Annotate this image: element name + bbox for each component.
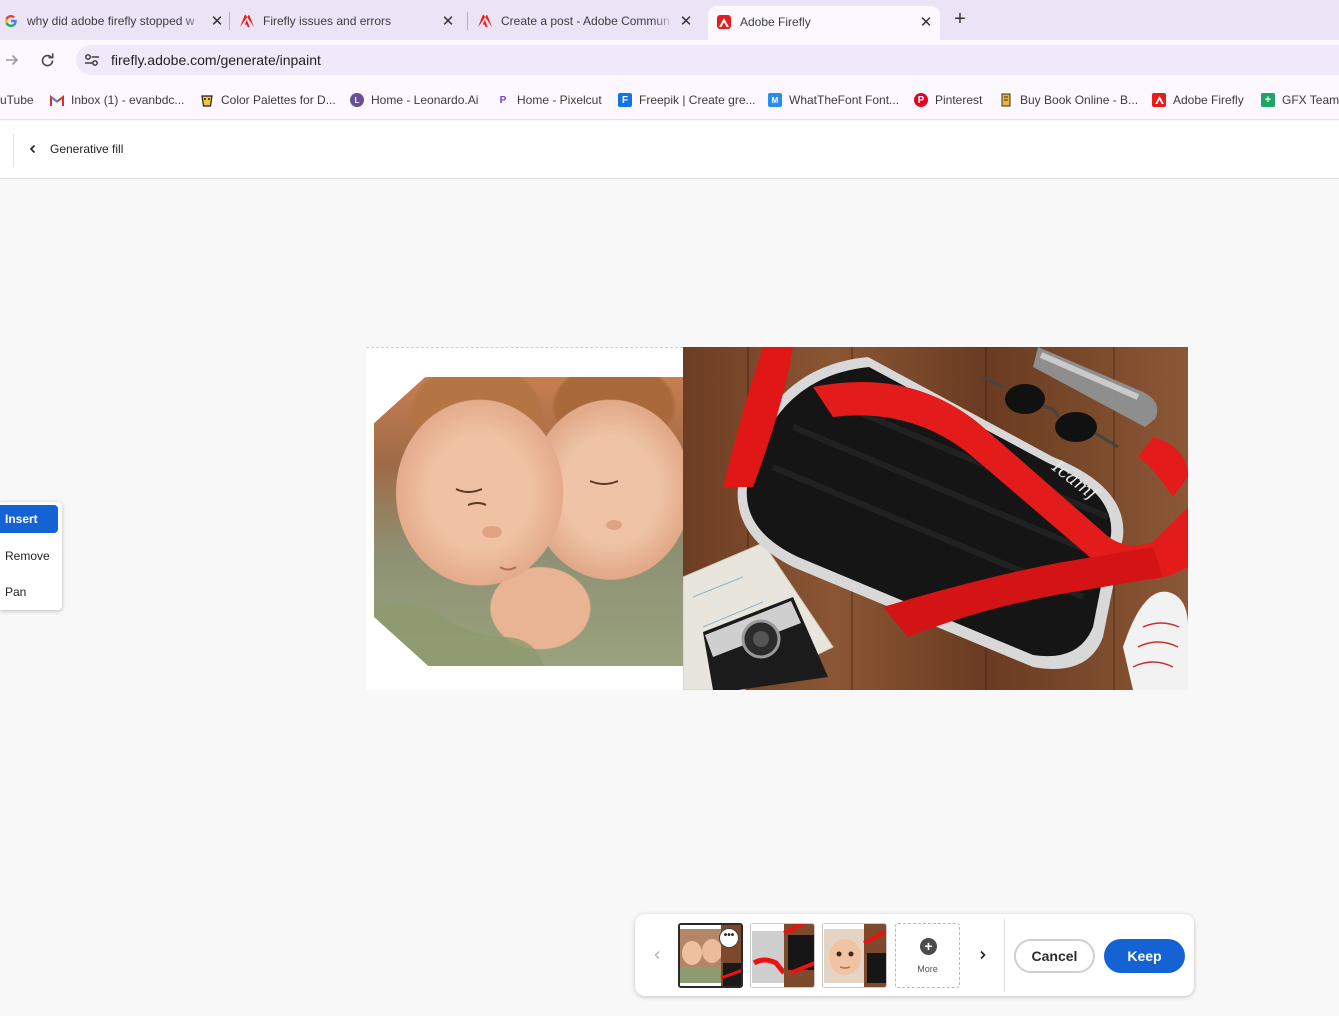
bookmark-buy-book[interactable]: Buy Book Online - B... bbox=[999, 91, 1138, 109]
bookmark-label: Freepik | Create gre... bbox=[639, 93, 756, 107]
tab-adobe-firefly[interactable]: Adobe Firefly ✕ bbox=[708, 6, 940, 40]
adobe-firefly-icon bbox=[1152, 93, 1166, 107]
cancel-button[interactable]: Cancel bbox=[1014, 939, 1095, 973]
variation-thumbnail-3[interactable] bbox=[822, 923, 887, 988]
bookmarks-bar: uTube Inbox (1) - evanbdc... Color Palet… bbox=[0, 80, 1339, 120]
bookmark-adobe-firefly[interactable]: Adobe Firefly bbox=[1152, 91, 1244, 109]
chevron-left-icon bbox=[653, 950, 660, 960]
bookmark-gfx-team[interactable]: + GFX Team bbox=[1261, 91, 1339, 109]
more-label: More bbox=[917, 964, 938, 974]
leonardo-icon: L bbox=[350, 93, 364, 107]
new-tab-button[interactable]: + bbox=[951, 9, 969, 29]
tab-separator bbox=[467, 12, 468, 30]
close-tab-icon[interactable]: ✕ bbox=[678, 13, 694, 30]
generative-fill-area[interactable] bbox=[366, 347, 694, 690]
variations-panel: ••• + More Cancel Keep bbox=[635, 914, 1194, 996]
next-variation-button[interactable] bbox=[974, 946, 990, 964]
tab-google-search[interactable]: why did adobe firefly stopped w ✕ bbox=[0, 6, 225, 36]
bookmark-youtube[interactable]: uTube bbox=[0, 91, 34, 109]
browser-toolbar: firefly.adobe.com/generate/inpaint bbox=[0, 40, 1339, 80]
page-title: Generative fill bbox=[50, 142, 124, 156]
browser-tab-strip: why did adobe firefly stopped w ✕ Firefl… bbox=[0, 0, 1339, 40]
adobe-firefly-icon bbox=[717, 15, 731, 29]
freepik-icon: F bbox=[618, 93, 632, 107]
bookmark-color-palettes[interactable]: Color Palettes for D... bbox=[200, 91, 336, 109]
reload-icon[interactable] bbox=[38, 51, 56, 69]
google-icon bbox=[4, 14, 18, 28]
site-settings-icon[interactable] bbox=[84, 53, 100, 67]
bookmark-label: Inbox (1) - evanbdc... bbox=[71, 93, 185, 107]
tool-pan[interactable]: Pan bbox=[0, 578, 58, 606]
bookmark-label: Color Palettes for D... bbox=[221, 93, 336, 107]
image-canvas[interactable]: Icamf bbox=[366, 347, 1188, 690]
chevron-right-icon bbox=[979, 950, 986, 960]
adobe-icon bbox=[240, 14, 254, 28]
panel-divider bbox=[1004, 918, 1005, 992]
plus-circle-icon: + bbox=[920, 938, 937, 955]
generated-babies-image bbox=[374, 377, 694, 666]
bookmark-label: uTube bbox=[0, 93, 34, 107]
tab-title: why did adobe firefly stopped w bbox=[27, 14, 195, 28]
header-divider bbox=[13, 133, 14, 167]
bookmark-gmail[interactable]: Inbox (1) - evanbdc... bbox=[50, 91, 184, 109]
gmail-icon bbox=[50, 93, 64, 107]
address-bar[interactable]: firefly.adobe.com/generate/inpaint bbox=[76, 45, 1339, 75]
forward-icon[interactable] bbox=[3, 51, 21, 69]
adobe-icon bbox=[478, 14, 492, 28]
bookmark-pixelcut[interactable]: P Home - Pixelcut bbox=[496, 91, 602, 109]
tab-title: Firefly issues and errors bbox=[263, 14, 392, 28]
app-header: Generative fill bbox=[0, 121, 1339, 179]
back-button[interactable] bbox=[24, 140, 42, 158]
bookmark-label: Home - Pixelcut bbox=[517, 93, 602, 107]
tool-insert[interactable]: Insert bbox=[0, 505, 58, 533]
bookmark-label: Home - Leonardo.Ai bbox=[371, 93, 479, 107]
variation-thumbnail-2[interactable] bbox=[750, 923, 815, 988]
bookmark-label: Buy Book Online - B... bbox=[1020, 93, 1139, 107]
tab-firefly-issues[interactable]: Firefly issues and errors ✕ bbox=[240, 6, 456, 36]
bookmark-pinterest[interactable]: P Pinterest bbox=[914, 91, 982, 109]
tool-menu: Insert Remove Pan bbox=[0, 502, 62, 610]
palette-icon bbox=[200, 93, 214, 107]
whatthefont-icon: M bbox=[768, 93, 782, 107]
product-photo: Icamf bbox=[683, 347, 1188, 690]
tab-adobe-community[interactable]: Create a post - Adobe Commun ✕ bbox=[478, 6, 694, 36]
tab-separator bbox=[229, 12, 230, 30]
bookmark-label: Adobe Firefly bbox=[1173, 93, 1244, 107]
tool-remove[interactable]: Remove bbox=[0, 542, 58, 570]
chevron-left-icon bbox=[29, 144, 36, 154]
pinterest-icon: P bbox=[914, 93, 928, 107]
bookmark-leonardo[interactable]: L Home - Leonardo.Ai bbox=[350, 91, 478, 109]
book-icon bbox=[999, 93, 1013, 107]
previous-variation-button[interactable] bbox=[649, 946, 665, 964]
pixelcut-icon: P bbox=[499, 94, 507, 106]
close-tab-icon[interactable]: ✕ bbox=[918, 14, 934, 31]
close-tab-icon[interactable]: ✕ bbox=[209, 13, 225, 30]
tab-title: Adobe Firefly bbox=[740, 15, 811, 29]
keep-button[interactable]: Keep bbox=[1104, 939, 1185, 973]
variation-thumbnail-1[interactable]: ••• bbox=[678, 923, 743, 988]
bookmark-label: WhatTheFont Font... bbox=[789, 93, 900, 107]
more-variations-button[interactable]: + More bbox=[895, 923, 960, 988]
bookmark-freepik[interactable]: F Freepik | Create gre... bbox=[618, 91, 756, 109]
sheets-icon: + bbox=[1261, 93, 1275, 107]
bookmark-label: Pinterest bbox=[935, 93, 983, 107]
bookmark-whatthefont[interactable]: M WhatTheFont Font... bbox=[768, 91, 899, 109]
url-text[interactable]: firefly.adobe.com/generate/inpaint bbox=[111, 52, 321, 68]
tab-title: Create a post - Adobe Commun bbox=[501, 14, 670, 28]
close-tab-icon[interactable]: ✕ bbox=[440, 13, 456, 30]
bookmark-label: GFX Team bbox=[1282, 93, 1339, 107]
more-options-icon[interactable]: ••• bbox=[719, 928, 739, 948]
